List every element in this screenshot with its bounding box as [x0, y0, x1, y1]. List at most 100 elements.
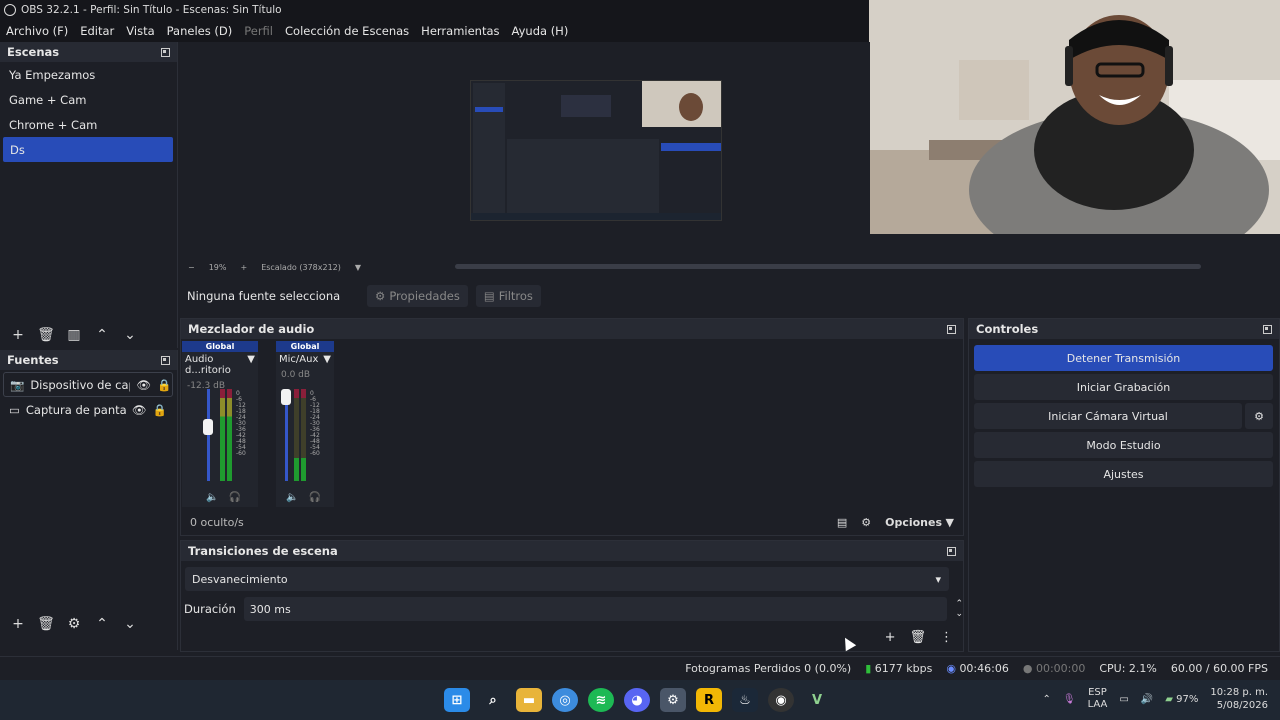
menu-paneles[interactable]: Paneles (D) [167, 24, 233, 38]
virtual-cam-button[interactable]: Iniciar Cámara Virtual [974, 403, 1242, 429]
channel-menu-icon[interactable]: ▼ [247, 354, 255, 376]
scale-dropdown-icon[interactable]: ▼ [355, 263, 361, 272]
speaker-icon[interactable]: 🔈 [286, 492, 298, 503]
obs-icon[interactable]: ◉ [768, 688, 794, 712]
windows-start-icon[interactable]: ⊞ [444, 688, 470, 712]
speaker-icon[interactable]: 🔈 [206, 492, 218, 503]
more-vertical-icon[interactable]: ⋮ [940, 630, 953, 645]
undock-icon[interactable] [947, 546, 956, 556]
gear-icon[interactable]: ⚙ [63, 616, 85, 632]
stream-time: ◉ 00:46:06 [946, 662, 1009, 675]
duration-field[interactable]: 300 ms [243, 597, 948, 621]
taskbar-apps: ⊞ ⌕ ▬ ◎ ≋ ◕ ⚙ R ♨ ◉ V [444, 688, 830, 712]
preview-area[interactable] [180, 42, 870, 258]
trash-icon[interactable]: 🗑 [35, 327, 57, 343]
scene-item-chrome-cam[interactable]: Chrome + Cam [0, 112, 177, 137]
scene-item-ya-empezamos[interactable]: Ya Empezamos [0, 62, 177, 87]
settings-button[interactable]: Ajustes [974, 461, 1273, 487]
add-icon[interactable]: + [885, 630, 896, 645]
chevron-up-icon[interactable]: ⌃ [91, 327, 113, 343]
filter-icon[interactable]: ▥ [63, 327, 85, 343]
menu-editar[interactable]: Editar [80, 24, 114, 38]
sources-header: Fuentes [0, 350, 177, 370]
undock-icon[interactable] [161, 47, 170, 57]
volume-slider-knob[interactable] [203, 419, 213, 435]
source-item-capture-device[interactable]: 📷 Dispositivo de captu 👁 🔒 [3, 372, 173, 397]
scene-item-ds[interactable]: Ds [3, 137, 173, 162]
gear-icon: ⚙ [375, 289, 386, 303]
start-recording-button[interactable]: Iniciar Grabación [974, 374, 1273, 400]
zoom-out-button[interactable]: − [188, 263, 195, 272]
menu-archivo[interactable]: Archivo (F) [6, 24, 68, 38]
duration-label: Duración [184, 602, 236, 616]
undock-icon[interactable] [161, 355, 170, 365]
menu-coleccion[interactable]: Colección de Escenas [285, 24, 409, 38]
gear-icon[interactable]: ⚙ [1245, 403, 1273, 429]
zoom-in-button[interactable]: + [240, 263, 247, 272]
dropped-frames: Fotogramas Perdidos 0 (0.0%) [685, 662, 852, 675]
advanced-settings-icon[interactable]: ⚙ [861, 516, 871, 529]
headphones-icon[interactable]: 🎧 [228, 492, 240, 503]
stop-stream-button[interactable]: Detener Transmisión [974, 345, 1273, 371]
spin-arrows-icon[interactable]: ⌃ ⌄ [955, 599, 963, 619]
bitrate: ▮ 6177 kbps [865, 662, 933, 675]
chevron-up-icon[interactable]: ⌃ [1042, 694, 1050, 705]
microphone-icon[interactable]: 🎙 [1063, 694, 1076, 705]
file-explorer-icon[interactable]: ▬ [516, 688, 542, 712]
undock-icon[interactable] [1263, 324, 1272, 334]
clock[interactable]: 10:28 p. m. 5/08/2026 [1210, 686, 1268, 712]
steam-icon[interactable]: ♨ [732, 688, 758, 712]
source-item-screen-capture[interactable]: ▭ Captura de pantalla 👁 🔒 [0, 397, 177, 422]
headphones-icon[interactable]: 🎧 [308, 492, 320, 503]
battery[interactable]: ▰ 97% [1165, 694, 1198, 705]
scene-list: Ya Empezamos Game + Cam Chrome + Cam Ds [0, 62, 177, 290]
sources-panel: Fuentes 📷 Dispositivo de captu 👁 🔒 ▭ Cap… [0, 350, 178, 650]
add-icon[interactable]: + [7, 327, 29, 343]
layout-icon[interactable]: ▤ [837, 516, 847, 529]
scene-item-game-cam[interactable]: Game + Cam [0, 87, 177, 112]
trash-icon[interactable]: 🗑 [35, 616, 57, 632]
search-icon[interactable]: ⌕ [480, 688, 506, 712]
chevron-down-icon[interactable]: ⌄ [119, 616, 141, 632]
mixer-footer: 0 oculto/s ▤ ⚙ Opciones ▼ [181, 509, 963, 535]
discord-icon[interactable]: ◕ [624, 688, 650, 712]
volume-icon[interactable]: 🔊 [1141, 694, 1153, 705]
eye-icon[interactable]: 👁 [132, 403, 147, 417]
settings-app-icon[interactable]: ⚙ [660, 688, 686, 712]
options-button[interactable]: Opciones ▼ [885, 516, 954, 529]
transition-select[interactable]: Desvanecimiento ▾ [185, 567, 949, 591]
scenes-toolbar: + 🗑 ▥ ⌃ ⌄ [0, 323, 177, 347]
lock-icon[interactable]: 🔒 [157, 378, 171, 392]
preview-scrollbar[interactable] [455, 264, 1201, 269]
scenes-panel: Escenas Ya Empezamos Game + Cam Chrome +… [0, 42, 178, 348]
meter-bar-right [227, 389, 232, 481]
volume-slider-knob[interactable] [281, 389, 291, 405]
transition-toolbar: + 🗑 ⋮ [885, 630, 953, 645]
chrome-icon[interactable]: ◎ [552, 688, 578, 712]
record-time: ● 00:00:00 [1022, 662, 1086, 675]
eye-icon[interactable]: 👁 [136, 378, 151, 392]
menu-vista[interactable]: Vista [126, 24, 154, 38]
channel-menu-icon[interactable]: ▼ [323, 354, 331, 365]
menu-herramientas[interactable]: Herramientas [421, 24, 499, 38]
spotify-icon[interactable]: ≋ [588, 688, 614, 712]
filters-button[interactable]: ▤ Filtros [475, 285, 541, 307]
trash-icon[interactable]: 🗑 [909, 630, 926, 645]
volume-slider-track[interactable] [207, 389, 210, 481]
chevron-up-icon[interactable]: ⌃ [91, 616, 113, 632]
add-icon[interactable]: + [7, 616, 29, 632]
mixer-header: Mezclador de audio [181, 319, 963, 339]
rockstar-icon[interactable]: R [696, 688, 722, 712]
meter-bar-left [220, 389, 225, 481]
lock-icon[interactable]: 🔒 [152, 403, 166, 417]
undock-icon[interactable] [947, 324, 956, 334]
language-indicator[interactable]: ESP LAA [1088, 687, 1108, 711]
properties-button[interactable]: ⚙ Propiedades [367, 285, 468, 307]
network-icon[interactable]: ▭ [1119, 694, 1128, 705]
menu-ayuda[interactable]: Ayuda (H) [512, 24, 569, 38]
chevron-down-icon[interactable]: ⌄ [119, 327, 141, 343]
vim-icon[interactable]: V [804, 688, 830, 712]
menu-perfil[interactable]: Perfil [244, 24, 273, 38]
taskbar: ⊞ ⌕ ▬ ◎ ≋ ◕ ⚙ R ♨ ◉ V ⌃ 🎙 ESP LAA ▭ 🔊 ▰ 9… [0, 680, 1280, 720]
studio-mode-button[interactable]: Modo Estudio [974, 432, 1273, 458]
